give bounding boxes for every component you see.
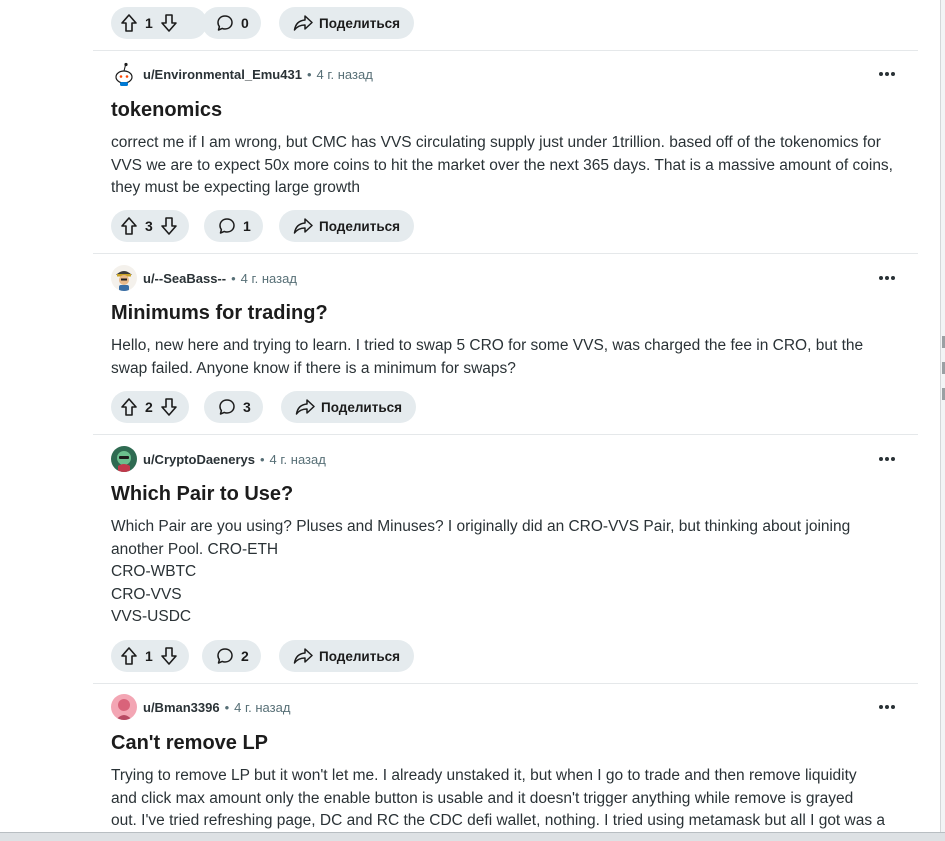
post-body[interactable]: correct me if I am wrong, but CMC has VV… [111, 132, 901, 200]
post-body-line: CRO-WBTC [111, 563, 197, 580]
upvote-icon[interactable] [119, 646, 139, 666]
vote-control[interactable]: 1 [111, 640, 189, 672]
vote-count: 1 [145, 15, 153, 31]
upvote-icon[interactable] [119, 216, 139, 236]
post-body[interactable]: Hello, new here and trying to learn. I t… [111, 335, 901, 380]
comment-icon [216, 14, 234, 32]
downvote-icon[interactable] [159, 216, 179, 236]
downvote-icon[interactable] [159, 397, 179, 417]
post-body-line: and click max amount only the enable but… [111, 789, 854, 807]
post-body[interactable]: Trying to remove LP but it won't let me.… [111, 765, 901, 833]
share-label: Поделиться [321, 399, 403, 415]
post-author[interactable]: u/--SeaBass-- [143, 271, 226, 286]
more-options-icon[interactable] [876, 698, 898, 716]
post-title[interactable]: Minimums for trading? [111, 302, 328, 325]
more-options-icon[interactable] [876, 269, 898, 287]
vote-control[interactable]: 3 [111, 210, 189, 242]
post-divider [93, 253, 918, 254]
comment-icon [216, 647, 234, 665]
post-time: 4 г. назад [269, 451, 326, 467]
post-author[interactable]: u/Environmental_Emu431 [143, 67, 302, 82]
post-title[interactable]: Can't remove LP [111, 732, 268, 755]
comment-count: 0 [241, 15, 249, 31]
post-body-line: another Pool. CRO-ETH [111, 540, 279, 558]
post-body-line: Hello, new here and trying to learn. I t… [111, 337, 864, 354]
vote-count: 3 [145, 218, 153, 234]
share-icon [293, 217, 313, 235]
more-options-icon[interactable] [876, 450, 898, 468]
post-body-line: they must be expecting large growth [111, 179, 360, 196]
meta-separator: • [259, 451, 265, 467]
comment-count: 1 [243, 218, 251, 234]
post-divider [93, 50, 918, 51]
comment-count: 3 [243, 399, 251, 415]
dragon-avatar-icon[interactable] [111, 446, 137, 472]
snoo-avatar-icon[interactable] [111, 61, 137, 87]
share-icon [293, 14, 313, 32]
meta-separator: • [224, 699, 230, 715]
vote-control[interactable]: 2 [111, 391, 189, 423]
post-body-line: VVS-USDC [111, 608, 192, 625]
meta-separator: • [306, 66, 312, 82]
post-time: 4 г. назад [316, 66, 373, 82]
post-body-line: Which Pair are you using? Pluses and Min… [111, 518, 851, 535]
comment-count: 2 [241, 648, 249, 664]
post-body-line: VVS we are to expect 50x more coins to h… [111, 156, 893, 174]
share-label: Поделиться [319, 15, 401, 31]
share-button[interactable]: Поделиться [279, 7, 415, 39]
comment-icon [218, 398, 236, 416]
share-icon [295, 398, 315, 416]
downvote-icon[interactable] [159, 646, 179, 666]
post-body-line: correct me if I am wrong, but CMC has VV… [111, 134, 881, 151]
post-title[interactable]: tokenomics [111, 99, 222, 122]
share-button[interactable]: Поделиться [279, 640, 415, 672]
post-body-line: out. I've tried refreshing page, DC and … [111, 812, 886, 829]
post-title[interactable]: Which Pair to Use? [111, 483, 293, 506]
post-body-line: swap failed. Anyone know if there is a m… [111, 359, 516, 377]
upvote-icon[interactable] [119, 13, 139, 33]
post-author[interactable]: u/Bman3396 [143, 700, 220, 715]
comments-button[interactable]: 1 [204, 210, 263, 242]
vote-count: 1 [145, 648, 153, 664]
more-options-icon[interactable] [876, 65, 898, 83]
downvote-icon[interactable] [159, 13, 179, 33]
post-meta: u/Environmental_Emu431 • 4 г. назад [111, 61, 373, 87]
share-button[interactable]: Поделиться [279, 210, 415, 242]
post-author[interactable]: u/CryptoDaenerys [143, 452, 255, 467]
post-time: 4 г. назад [240, 270, 297, 286]
comments-button[interactable]: 3 [204, 391, 263, 423]
post-body-line: Trying to remove LP but it won't let me.… [111, 767, 857, 784]
post-meta: u/CryptoDaenerys • 4 г. назад [111, 446, 326, 472]
post-meta: u/Bman3396 • 4 г. назад [111, 694, 290, 720]
comment-icon [218, 217, 236, 235]
vote-count: 2 [145, 399, 153, 415]
post-body-line: CRO-VVS [111, 585, 182, 603]
post-divider [93, 683, 918, 684]
share-icon [293, 647, 313, 665]
pink-avatar-icon[interactable] [111, 694, 137, 720]
meta-separator: • [231, 270, 236, 286]
window-right-edge [940, 0, 945, 840]
post-meta: u/--SeaBass-- • 4 г. назад [111, 265, 297, 291]
comments-button[interactable]: 0 [202, 7, 261, 39]
share-button[interactable]: Поделиться [281, 391, 417, 423]
pirate-avatar-icon[interactable] [111, 265, 137, 291]
share-label: Поделиться [319, 648, 401, 664]
post-divider [93, 434, 918, 435]
comments-button[interactable]: 2 [202, 640, 261, 672]
vote-control[interactable]: 1 [111, 7, 207, 39]
post-time: 4 г. назад [234, 699, 291, 715]
upvote-icon[interactable] [119, 397, 139, 417]
post-body[interactable]: Which Pair are you using? Pluses and Min… [111, 516, 901, 629]
share-label: Поделиться [319, 218, 401, 234]
